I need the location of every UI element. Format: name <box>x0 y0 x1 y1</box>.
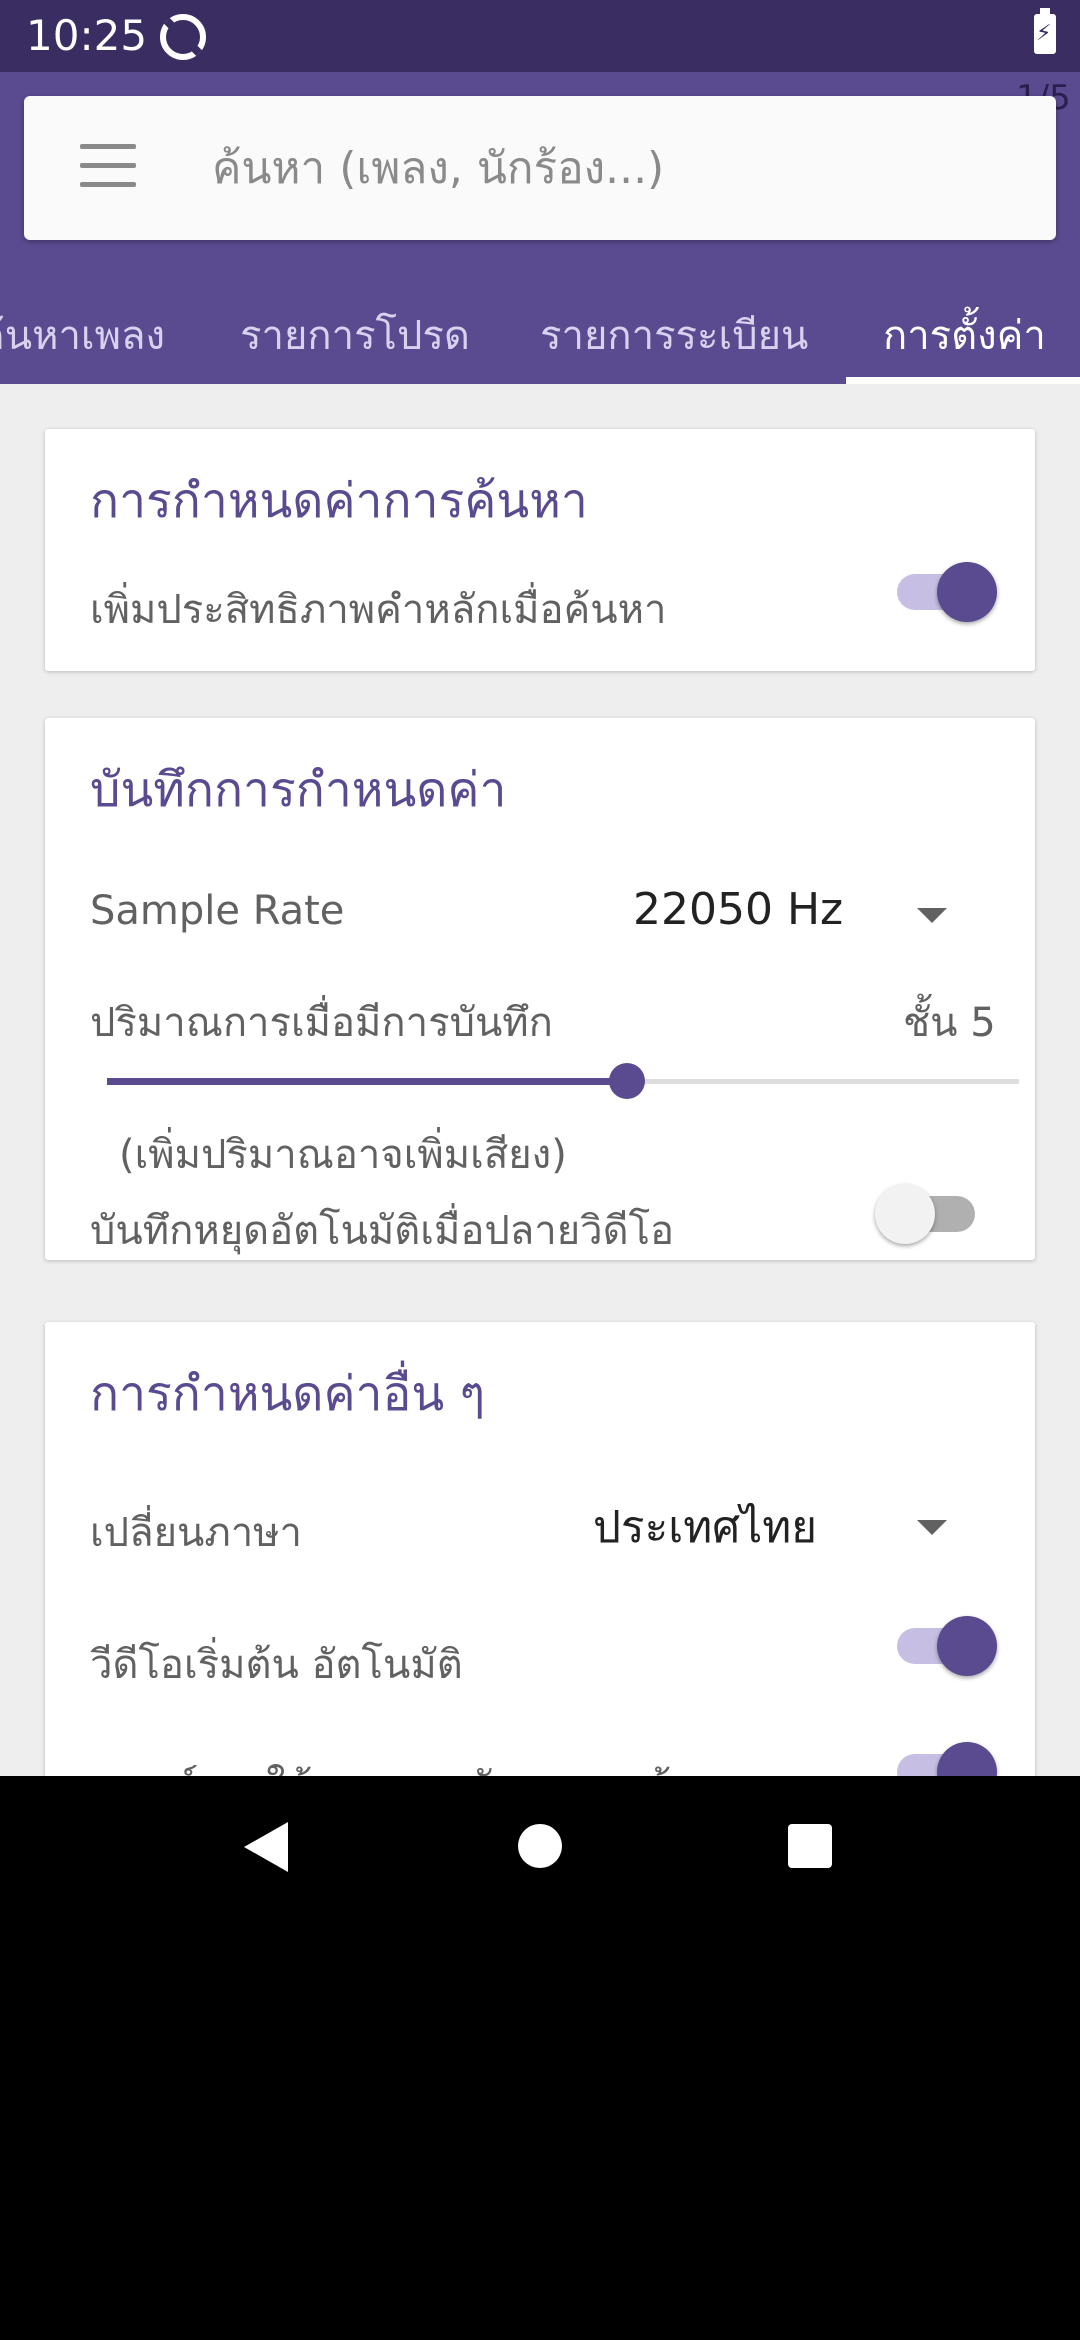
search-input[interactable] <box>212 132 1012 204</box>
slider-fill <box>107 1078 627 1085</box>
score-label: เกณฑ์การให้คะแนนหลังจากการร้อง <box>90 1754 715 1776</box>
system-nav-bar <box>0 1776 1080 2340</box>
tab-bar: ค้นหาเพลง รายการโปรด รายการระเบียน การตั… <box>0 284 1080 384</box>
toggle-thumb <box>937 1616 997 1676</box>
status-bar: 10:25 ⚡ <box>0 0 1080 72</box>
card-title-search-settings: การกำหนดค่าการค้นหา <box>90 473 588 529</box>
tab-search-songs[interactable]: ค้นหาเพลง <box>0 284 165 384</box>
toggle-thumb <box>937 1742 997 1776</box>
keyword-boost-label: เพิ่มประสิทธิภาพคำหลักเมื่อค้นหา <box>90 587 667 633</box>
keyword-boost-toggle[interactable] <box>897 562 997 622</box>
active-tab-indicator <box>846 377 1080 384</box>
home-icon[interactable] <box>518 1824 562 1868</box>
auto-stop-label: บันทึกหยุดอัตโนมัติเมื่อปลายวิดีโอ <box>90 1208 675 1254</box>
tab-favorites[interactable]: รายการโปรด <box>240 284 470 384</box>
sample-rate-select[interactable]: 22050 Hz <box>633 884 843 935</box>
hamburger-menu-icon[interactable] <box>80 144 136 188</box>
language-select[interactable]: ประเทศไทย <box>593 1492 817 1562</box>
score-toggle[interactable] <box>897 1742 997 1776</box>
language-label: เปลี่ยนภาษา <box>90 1510 303 1556</box>
card-title-other-settings: การกำหนดค่าอื่น ๆ <box>90 1366 486 1422</box>
chevron-down-icon[interactable] <box>917 1520 947 1535</box>
chevron-down-icon[interactable] <box>917 908 947 923</box>
app-header: 1/5 ค้นหาเพลง รายการโปรด รายการระเบียน ก… <box>0 72 1080 384</box>
search-bar[interactable] <box>24 96 1056 240</box>
record-settings-card: บันทึกการกำหนดค่า Sample Rate 22050 Hz ป… <box>45 718 1035 1260</box>
back-icon[interactable] <box>244 1822 288 1872</box>
recording-volume-value: ชั้น 5 <box>903 1000 996 1046</box>
card-title-record-settings: บันทึกการกำหนดค่า <box>90 762 507 818</box>
autoplay-toggle[interactable] <box>897 1616 997 1676</box>
battery-charging-icon: ⚡ <box>1034 8 1056 54</box>
search-settings-card: การกำหนดค่าการค้นหา เพิ่มประสิทธิภาพคำหล… <box>45 429 1035 671</box>
sample-rate-label: Sample Rate <box>90 888 345 934</box>
recording-volume-label: ปริมาณการเมื่อมีการบันทึก <box>90 1000 553 1046</box>
status-time: 10:25 <box>26 11 148 60</box>
slider-thumb[interactable] <box>608 1063 645 1099</box>
tab-records[interactable]: รายการระเบียน <box>540 284 808 384</box>
toggle-thumb <box>875 1184 935 1244</box>
sync-app-icon <box>160 14 206 60</box>
other-settings-card: การกำหนดค่าอื่น ๆ เปลี่ยนภาษา ประเทศไทย … <box>45 1322 1035 1776</box>
recording-volume-slider[interactable] <box>107 1062 1019 1102</box>
auto-stop-toggle[interactable] <box>875 1184 975 1244</box>
volume-hint: (เพิ่มปริมาณอาจเพิ่มเสียง) <box>119 1132 567 1178</box>
recents-icon[interactable] <box>788 1824 832 1868</box>
toggle-thumb <box>937 562 997 622</box>
tab-settings[interactable]: การตั้งค่า <box>883 284 1046 384</box>
settings-content[interactable]: การกำหนดค่าการค้นหา เพิ่มประสิทธิภาพคำหล… <box>0 384 1080 1776</box>
autoplay-label: วีดีโอเริ่มต้น อัตโนมัติ <box>90 1642 463 1688</box>
